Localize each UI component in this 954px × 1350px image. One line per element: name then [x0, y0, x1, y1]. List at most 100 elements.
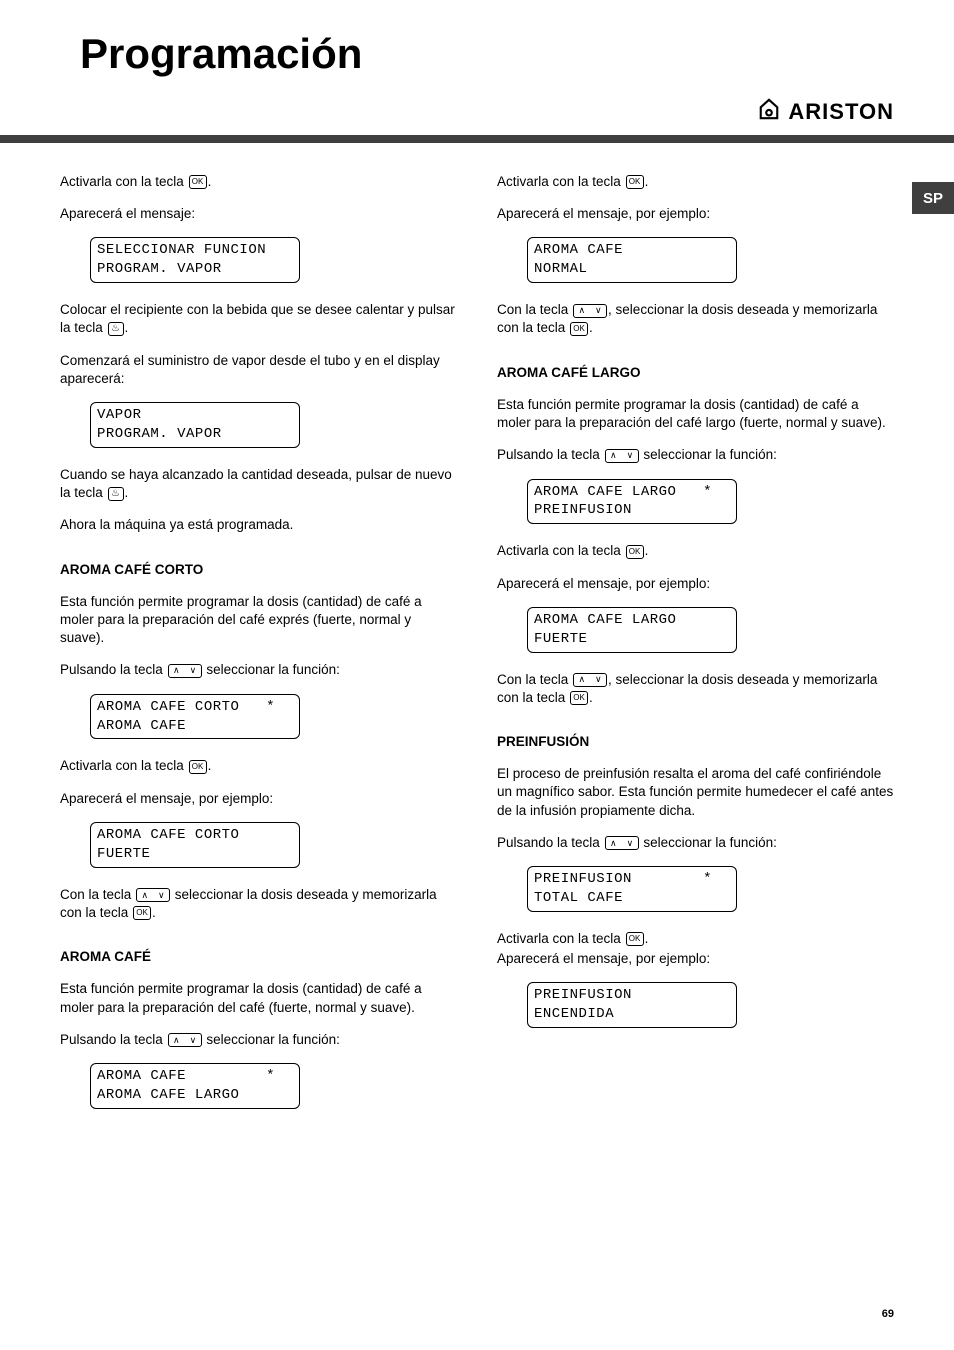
text: .: [152, 905, 156, 920]
lcd-line: PREINFUSION *: [534, 870, 730, 889]
lcd-display: AROMA CAFE CORTO FUERTE: [90, 822, 300, 868]
text: Pulsando la tecla ∧∨ seleccionar la func…: [60, 661, 457, 679]
text: Con la tecla ∧∨, seleccionar la dosis de…: [497, 671, 894, 707]
lcd-line: AROMA CAFE LARGO: [534, 611, 730, 630]
lcd-line: PREINFUSION: [534, 501, 730, 520]
content-area: Activarla con la tecla OK. Aparecerá el …: [0, 143, 954, 1127]
lcd-line: AROMA CAFE LARGO: [97, 1086, 293, 1105]
section-heading: AROMA CAFÉ LARGO: [497, 364, 894, 382]
text: .: [589, 690, 593, 705]
text: Activarla con la tecla: [60, 758, 188, 773]
arrows-key-icon: ∧∨: [168, 1033, 202, 1047]
ok-key-icon: OK: [626, 932, 644, 946]
ok-key-icon: OK: [626, 545, 644, 559]
lcd-display: SELECCIONAR FUNCION PROGRAM. VAPOR: [90, 237, 300, 283]
text: Esta función permite programar la dosis …: [60, 593, 457, 648]
text: .: [125, 485, 129, 500]
text: .: [589, 320, 593, 335]
text: .: [645, 931, 649, 946]
page-number: 69: [882, 1308, 894, 1320]
text: Aparecerá el mensaje, por ejemplo:: [497, 205, 894, 223]
header-divider: [0, 135, 954, 143]
text: Activarla con la tecla: [497, 174, 625, 189]
lcd-line: PROGRAM. VAPOR: [97, 425, 293, 444]
text: Aparecerá el mensaje, por ejemplo:: [60, 790, 457, 808]
text: Con la tecla: [497, 302, 572, 317]
ariston-logo-icon: [758, 98, 780, 125]
section-heading: AROMA CAFÉ CORTO: [60, 561, 457, 579]
text: Esta función permite programar la dosis …: [497, 396, 894, 432]
brand-row: ARISTON: [0, 98, 954, 135]
ok-key-icon: OK: [570, 691, 588, 705]
text: Aparecerá el mensaje:: [60, 205, 457, 223]
text: Activarla con la tecla: [497, 543, 625, 558]
text: seleccionar la función:: [203, 662, 340, 677]
text: Con la tecla: [60, 887, 135, 902]
lcd-display: AROMA CAFE * AROMA CAFE LARGO: [90, 1063, 300, 1109]
brand-name: ARISTON: [788, 99, 894, 125]
lcd-display: PREINFUSION ENCENDIDA: [527, 982, 737, 1028]
text: Con la tecla: [497, 672, 572, 687]
lcd-line: TOTAL CAFE: [534, 889, 730, 908]
text: Con la tecla ∧∨, seleccionar la dosis de…: [497, 301, 894, 337]
lcd-line: ENCENDIDA: [534, 1005, 730, 1024]
lcd-display: AROMA CAFE LARGO * PREINFUSION: [527, 479, 737, 525]
lcd-line: NORMAL: [534, 260, 730, 279]
arrows-key-icon: ∧∨: [168, 664, 202, 678]
ok-key-icon: OK: [189, 175, 207, 189]
arrows-key-icon: ∧∨: [605, 836, 639, 850]
arrows-key-icon: ∧∨: [573, 673, 607, 687]
lcd-line: AROMA CAFE CORTO *: [97, 698, 293, 717]
lcd-display: VAPOR PROGRAM. VAPOR: [90, 402, 300, 448]
text: .: [645, 543, 649, 558]
lcd-display: AROMA CAFE LARGO FUERTE: [527, 607, 737, 653]
lcd-line: PROGRAM. VAPOR: [97, 260, 293, 279]
text: Activarla con la tecla OK.: [497, 930, 894, 948]
lcd-line: FUERTE: [534, 630, 730, 649]
text: Activarla con la tecla: [497, 931, 625, 946]
arrows-key-icon: ∧∨: [573, 304, 607, 318]
text: Pulsando la tecla ∧∨ seleccionar la func…: [60, 1031, 457, 1049]
text: Pulsando la tecla: [497, 447, 604, 462]
text: Activarla con la tecla OK.: [60, 757, 457, 775]
text: seleccionar la función:: [640, 447, 777, 462]
ok-key-icon: OK: [133, 906, 151, 920]
text: Activarla con la tecla OK.: [497, 542, 894, 560]
text: Pulsando la tecla ∧∨ seleccionar la func…: [497, 834, 894, 852]
arrows-key-icon: ∧∨: [136, 888, 170, 902]
text: .: [208, 174, 212, 189]
text: Esta función permite programar la dosis …: [60, 980, 457, 1016]
lcd-line: SELECCIONAR FUNCION: [97, 241, 293, 260]
steam-key-icon: ♨: [108, 322, 124, 336]
arrows-key-icon: ∧∨: [605, 449, 639, 463]
language-tab: SP: [912, 182, 954, 214]
steam-key-icon: ♨: [108, 487, 124, 501]
text: Ahora la máquina ya está programada.: [60, 516, 457, 534]
text: Pulsando la tecla: [497, 835, 604, 850]
ok-key-icon: OK: [189, 760, 207, 774]
lcd-display: PREINFUSION * TOTAL CAFE: [527, 866, 737, 912]
left-column: Activarla con la tecla OK. Aparecerá el …: [60, 173, 457, 1127]
text: Activarla con la tecla: [60, 174, 188, 189]
lcd-display: AROMA CAFE NORMAL: [527, 237, 737, 283]
text: .: [208, 758, 212, 773]
section-heading: PREINFUSIÓN: [497, 733, 894, 751]
text: Pulsando la tecla: [60, 662, 167, 677]
text: Con la tecla ∧∨ seleccionar la dosis des…: [60, 886, 457, 922]
text: El proceso de preinfusión resalta el aro…: [497, 765, 894, 820]
lcd-line: PREINFUSION: [534, 986, 730, 1005]
ok-key-icon: OK: [570, 322, 588, 336]
text: Aparecerá el mensaje, por ejemplo:: [497, 575, 894, 593]
lcd-line: AROMA CAFE CORTO: [97, 826, 293, 845]
lcd-line: AROMA CAFE LARGO *: [534, 483, 730, 502]
lcd-line: VAPOR: [97, 406, 293, 425]
lcd-display: AROMA CAFE CORTO * AROMA CAFE: [90, 694, 300, 740]
section-heading: AROMA CAFÉ: [60, 948, 457, 966]
text: Pulsando la tecla ∧∨ seleccionar la func…: [497, 446, 894, 464]
text: Colocar el recipiente con la bebida que …: [60, 301, 457, 337]
text: .: [645, 174, 649, 189]
lcd-line: AROMA CAFE *: [97, 1067, 293, 1086]
text: Pulsando la tecla: [60, 1032, 167, 1047]
right-column: Activarla con la tecla OK. Aparecerá el …: [497, 173, 894, 1127]
text: Cuando se haya alcanzado la cantidad des…: [60, 466, 457, 502]
